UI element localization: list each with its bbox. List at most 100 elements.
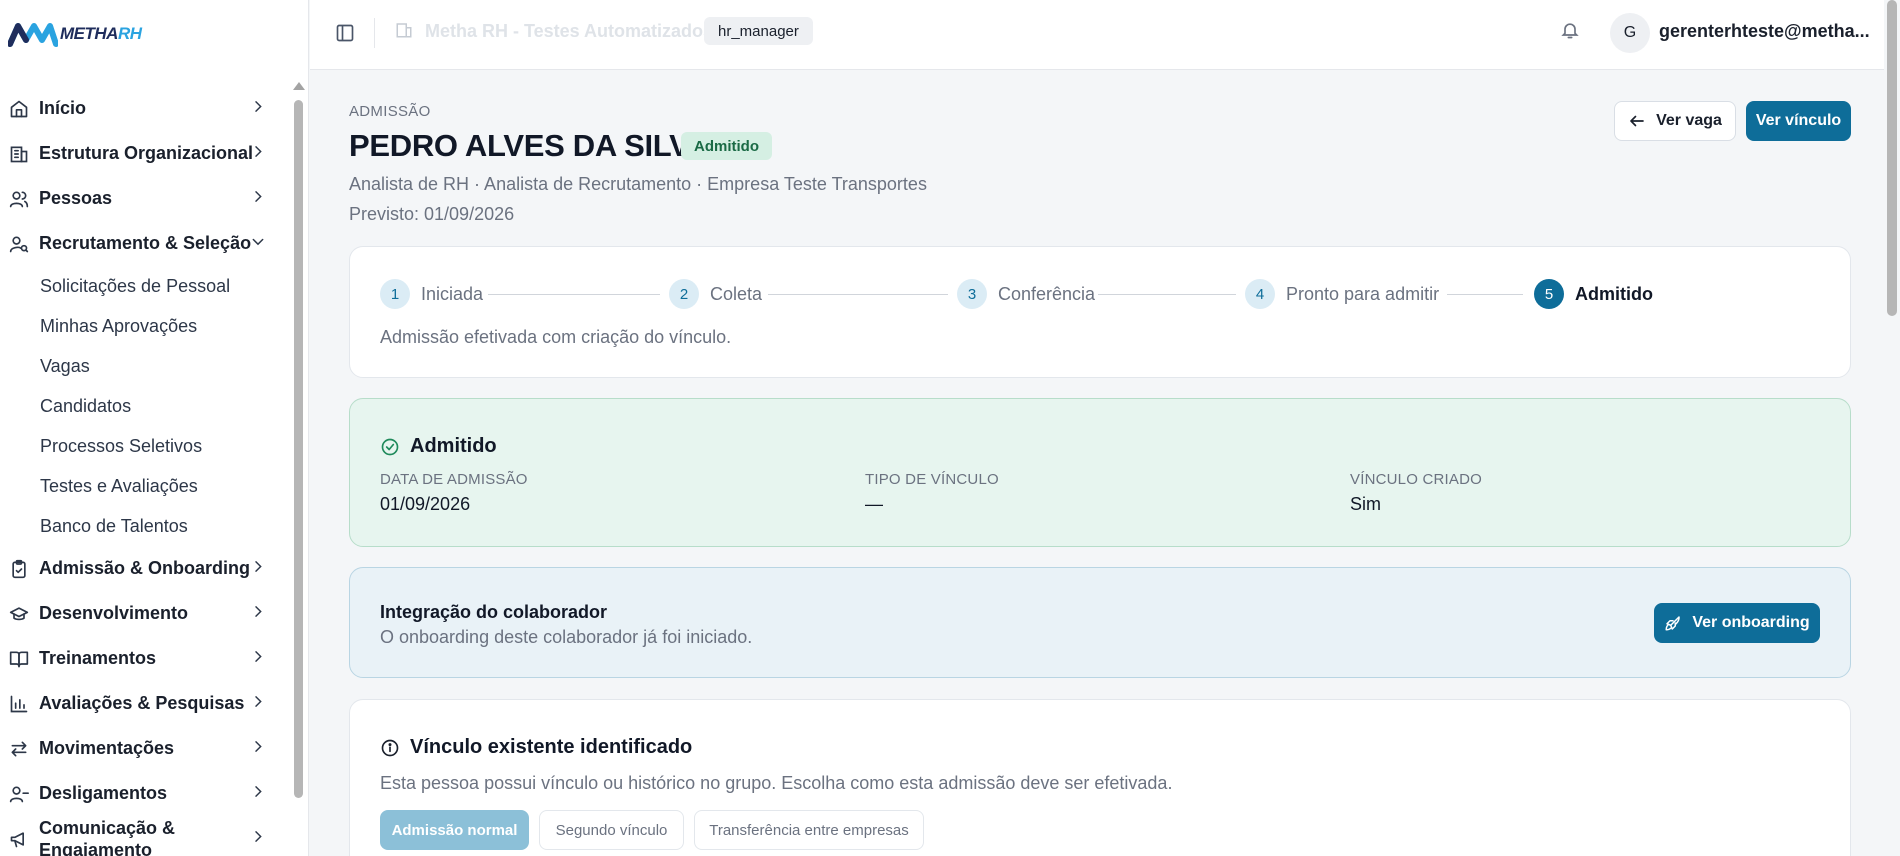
- home-icon: [9, 99, 29, 119]
- field-value: Sim: [1350, 494, 1381, 514]
- expected-date: Previsto: 01/09/2026: [349, 204, 515, 224]
- step-connector: [488, 294, 660, 295]
- sidebar-item-pessoas[interactable]: Pessoas: [0, 176, 292, 221]
- sidebar-item-movimentacoes[interactable]: Movimentações: [0, 726, 292, 771]
- onboarding-description: O onboarding deste colaborador já foi in…: [380, 627, 753, 647]
- sidebar-item-desligamentos[interactable]: Desligamentos: [0, 771, 292, 816]
- sidebar-item-treinamentos[interactable]: Treinamentos: [0, 636, 292, 681]
- step-number: 1: [380, 279, 410, 309]
- sidebar-item-label: Avaliações & Pesquisas: [39, 693, 245, 713]
- sidebar-item-avaliacoes[interactable]: Avaliações & Pesquisas: [0, 681, 292, 726]
- admitted-title: Admitido: [410, 435, 497, 457]
- sidebar-item-label: Estrutura Organizacional: [39, 143, 254, 163]
- option-second-bond[interactable]: Segundo vínculo: [539, 810, 684, 850]
- sidebar-item-estrutura[interactable]: Estrutura Organizacional: [0, 131, 292, 176]
- option-company-transfer[interactable]: Transferência entre empresas: [694, 810, 924, 850]
- sidebar-nav: Início Estrutura Organizacional Pessoas …: [0, 86, 292, 856]
- sidebar-item-label: Movimentações: [39, 738, 175, 758]
- view-job-button[interactable]: Ver vaga: [1614, 101, 1736, 141]
- sidebar-item-recrutamento[interactable]: Recrutamento & Seleção: [0, 221, 292, 266]
- chevron-right-icon: [250, 828, 266, 849]
- view-onboarding-label: Ver onboarding: [1692, 614, 1810, 631]
- sidebar-item-inicio[interactable]: Início: [0, 86, 292, 131]
- page-subtitle: Analista de RH · Analista de Recrutament…: [349, 174, 927, 194]
- field-label: DATA DE ADMISSÃO: [380, 471, 528, 488]
- bell-icon[interactable]: [1560, 20, 1580, 45]
- sidebar-subitem-solicitacoes[interactable]: Solicitações de Pessoal: [0, 266, 292, 306]
- bar-chart-icon: [9, 694, 29, 714]
- step-label: Pronto para admitir: [1286, 283, 1440, 304]
- chevron-right-icon: [250, 783, 266, 804]
- page-overline: ADMISSÃO: [349, 103, 431, 120]
- status-badge: Admitido: [681, 132, 772, 160]
- book-open-icon: [9, 649, 29, 669]
- top-header: Metha RH - Testes Automatizados hr_manag…: [310, 0, 1900, 70]
- arrows-left-right-icon: [9, 739, 29, 759]
- panel-left-icon: [336, 24, 354, 42]
- field-value: 01/09/2026: [380, 494, 471, 514]
- rocket-icon: [1665, 616, 1681, 631]
- admission-stepper: 1 Iniciada 2 Coleta 3 Conferência 4 Pron…: [349, 246, 1851, 378]
- chevron-right-icon: [250, 558, 266, 579]
- existing-bond-description: Esta pessoa possui vínculo ou histórico …: [380, 773, 1173, 793]
- megaphone-icon: [9, 829, 29, 849]
- step-number: 4: [1245, 279, 1275, 309]
- page-scrollbar[interactable]: [1887, 0, 1897, 316]
- sidebar-item-label: Recrutamento & Seleção: [39, 233, 252, 253]
- chevron-right-icon: [250, 648, 266, 669]
- option-normal-admission[interactable]: Admissão normal: [380, 810, 529, 850]
- step-admitido: 5 Admitido: [1534, 279, 1653, 309]
- logo-mark-icon: [8, 23, 58, 47]
- sidebar-subitem-banco[interactable]: Banco de Talentos: [0, 506, 292, 546]
- step-number: 3: [957, 279, 987, 309]
- step-pronto: 4 Pronto para admitir: [1245, 279, 1439, 309]
- user-search-icon: [9, 234, 29, 254]
- step-connector: [1098, 294, 1236, 295]
- sidebar-subitem-vagas[interactable]: Vagas: [0, 346, 292, 386]
- users-icon: [9, 189, 29, 209]
- sidebar-item-admissao[interactable]: Admissão & Onboarding: [0, 546, 292, 591]
- field-bond-created: VÍNCULO CRIADO Sim: [1350, 471, 1482, 515]
- sidebar-toggle-button[interactable]: [332, 20, 358, 46]
- sidebar-item-label: Pessoas: [39, 188, 113, 208]
- onboarding-title: Integração do colaborador: [380, 602, 608, 622]
- step-coleta: 2 Coleta: [669, 279, 762, 309]
- logo-text: METHARH: [60, 24, 142, 43]
- existing-bond-header: Vínculo existente identificado: [380, 736, 692, 759]
- user-email[interactable]: gerenterhteste@metha...: [1659, 21, 1870, 42]
- field-label: TIPO DE VÍNCULO: [865, 471, 999, 488]
- sidebar-item-desenvolvimento[interactable]: Desenvolvimento: [0, 591, 292, 636]
- sidebar-subitem-candidatos[interactable]: Candidatos: [0, 386, 292, 426]
- sidebar-item-label: Desligamentos: [39, 783, 168, 803]
- page-title: PEDRO ALVES DA SILVA: [349, 128, 710, 163]
- sidebar-item-label: Desenvolvimento: [39, 603, 189, 623]
- chevron-right-icon: [250, 143, 266, 164]
- clipboard-check-icon: [9, 559, 29, 579]
- existing-bond-title: Vínculo existente identificado: [410, 736, 693, 758]
- chevron-right-icon: [250, 188, 266, 209]
- building-icon: [9, 144, 29, 164]
- field-label: VÍNCULO CRIADO: [1350, 471, 1482, 488]
- step-description: Admissão efetivada com criação do víncul…: [380, 327, 732, 347]
- sidebar-item-comunicacao[interactable]: Comunicação & Engajamento: [0, 816, 292, 856]
- sidebar-subitem-aprovacoes[interactable]: Minhas Aprovações: [0, 306, 292, 346]
- sidebar-scrollbar[interactable]: [294, 100, 303, 798]
- arrow-left-icon: [1630, 115, 1644, 127]
- admitted-summary-card: Admitido DATA DE ADMISSÃO 01/09/2026 TIP…: [349, 398, 1851, 547]
- sidebar-scroll-up-arrow[interactable]: [293, 82, 305, 90]
- step-iniciada: 1 Iniciada: [380, 279, 483, 309]
- step-label: Conferência: [998, 283, 1096, 304]
- sidebar-subitem-testes[interactable]: Testes e Avaliações: [0, 466, 292, 506]
- step-conferencia: 3 Conferência: [957, 279, 1095, 309]
- info-icon: [381, 739, 399, 756]
- view-onboarding-button[interactable]: Ver onboarding: [1654, 603, 1820, 643]
- company-name[interactable]: Metha RH - Testes Automatizados: [425, 21, 713, 42]
- brand-logo[interactable]: METHARH: [8, 20, 142, 48]
- header-divider: [374, 18, 375, 48]
- onboarding-card: Integração do colaborador O onboarding d…: [349, 567, 1851, 678]
- view-bond-button[interactable]: Ver vínculo: [1746, 101, 1851, 141]
- step-label: Admitido: [1575, 283, 1653, 304]
- sidebar-subitem-processos[interactable]: Processos Seletivos: [0, 426, 292, 466]
- sidebar-item-label: Admissão & Onboarding: [39, 558, 251, 578]
- avatar[interactable]: G: [1610, 13, 1650, 53]
